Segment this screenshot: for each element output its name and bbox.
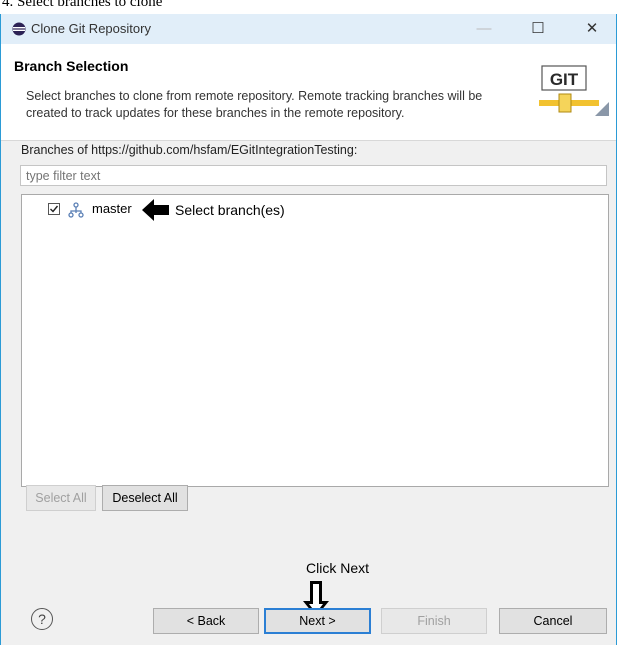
title-bar: Clone Git Repository — ☐ ✕ (1, 14, 616, 44)
caption-text: 4. Select branches to clone (2, 0, 163, 10)
eclipse-icon (12, 22, 26, 36)
close-button[interactable]: ✕ (569, 14, 615, 44)
minimize-button[interactable]: — (461, 14, 507, 44)
wizard-banner: Branch Selection Select branches to clon… (1, 44, 616, 141)
finish-button[interactable]: Finish (381, 608, 487, 634)
select-branch-annotation: Select branch(es) (175, 202, 285, 218)
window-title: Clone Git Repository (31, 21, 151, 36)
branch-checkbox-master[interactable] (48, 203, 60, 215)
deselect-all-button[interactable]: Deselect All (102, 485, 188, 511)
next-button[interactable]: Next > (264, 608, 371, 634)
clone-git-repository-dialog: Clone Git Repository — ☐ ✕ Branch Select… (0, 14, 617, 645)
branch-list: master Select branch(es) (21, 194, 609, 487)
back-button[interactable]: < Back (153, 608, 259, 634)
check-icon (50, 205, 59, 213)
branch-icon (68, 202, 84, 218)
branch-filter-input[interactable] (20, 165, 607, 186)
maximize-button[interactable]: ☐ (515, 14, 561, 44)
click-next-annotation: Click Next (306, 560, 370, 576)
select-all-button[interactable]: Select All (26, 485, 96, 511)
left-arrow-icon (142, 199, 169, 221)
help-icon[interactable]: ? (31, 608, 53, 630)
tutorial-caption: 4. Select branches to clone (0, 0, 617, 14)
git-logo-icon: GIT (539, 65, 609, 116)
page-title: Branch Selection (14, 58, 129, 74)
branch-name: master (92, 201, 132, 216)
branches-label: Branches of https://github.com/hsfam/EGi… (21, 143, 358, 157)
page-description: Select branches to clone from remote rep… (26, 89, 483, 120)
git-logo-text: GIT (550, 70, 579, 89)
cancel-button[interactable]: Cancel (499, 608, 607, 634)
